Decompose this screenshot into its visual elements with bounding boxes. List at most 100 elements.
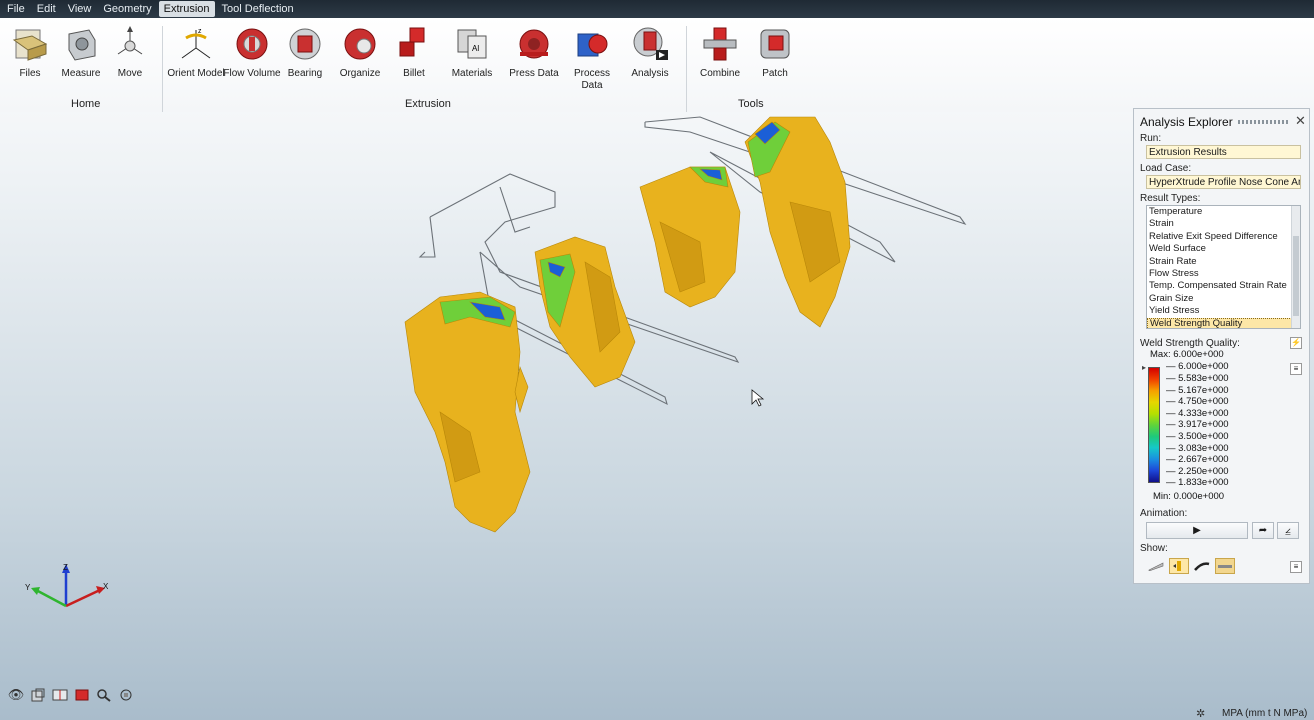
- legend-pointer-icon: ▸: [1142, 363, 1147, 372]
- menu-file[interactable]: File: [2, 1, 30, 17]
- animation-settings-button[interactable]: ➦: [1252, 522, 1274, 539]
- result-types-list[interactable]: Temperature Strain Relative Exit Speed D…: [1146, 205, 1301, 329]
- close-icon[interactable]: ✕: [1295, 113, 1306, 129]
- list-item[interactable]: Relative Exit Speed Difference: [1147, 231, 1300, 243]
- analysis-icon: [633, 27, 668, 60]
- settings-gear-icon[interactable]: ✲: [1196, 707, 1205, 720]
- list-item[interactable]: Weld Surface: [1147, 243, 1300, 255]
- measure-icon: [68, 29, 96, 61]
- extrusion-result-profile-4: [744, 116, 851, 328]
- analysis-button[interactable]: Analysis: [620, 24, 680, 80]
- ribbon: Files Measure Move z Orient Model Flow V…: [0, 18, 1314, 112]
- run-label: Run:: [1140, 133, 1162, 144]
- menu-edit[interactable]: Edit: [32, 1, 61, 17]
- unit-system-status[interactable]: MPA (mm t N MPa): [1222, 708, 1307, 719]
- list-item[interactable]: Flow Stress: [1147, 268, 1300, 280]
- legend-max-value: 6.000e+000: [1173, 349, 1224, 360]
- extrusion-result-profile-3: [639, 166, 741, 308]
- menu-extrusion[interactable]: Extrusion: [158, 1, 215, 17]
- list-item[interactable]: Grain Size: [1147, 293, 1300, 305]
- orient-model-button[interactable]: z Orient Model: [166, 24, 226, 80]
- show-feature-lines-button[interactable]: [1192, 558, 1212, 574]
- list-item[interactable]: Strain Rate: [1147, 256, 1300, 268]
- move-button[interactable]: Move: [100, 24, 160, 80]
- menu-bar: File Edit View Geometry Extrusion Tool D…: [0, 0, 1314, 18]
- legend-value: — 3.500e+000: [1166, 431, 1229, 442]
- legend-menu-icon[interactable]: ≡: [1290, 363, 1302, 375]
- materials-button[interactable]: Al Materials: [442, 24, 502, 80]
- legend-value: — 2.667e+000: [1166, 454, 1229, 465]
- deformed-shape-icon: [1148, 562, 1164, 571]
- press-icon: [519, 29, 549, 59]
- legend-min-label: Min:: [1153, 491, 1171, 502]
- legend-value: — 4.333e+000: [1166, 408, 1229, 419]
- show-deformed-button[interactable]: [1146, 558, 1166, 574]
- folder-icon: [12, 29, 48, 61]
- load-case-select[interactable]: HyperXtrude Profile Nose Cone An...: [1146, 175, 1301, 189]
- scrollbar-thumb[interactable]: [1293, 236, 1299, 316]
- svg-text:z: z: [198, 28, 202, 35]
- run-select[interactable]: Extrusion Results: [1146, 145, 1301, 159]
- view-cube-button[interactable]: [28, 687, 48, 703]
- legend-value: — 3.083e+000: [1166, 443, 1229, 454]
- flow-volume-icon: [236, 28, 268, 60]
- play-icon: ▶: [1193, 525, 1201, 536]
- list-item-selected[interactable]: Weld Strength Quality: [1147, 317, 1300, 328]
- view-fit-button[interactable]: [72, 687, 92, 703]
- list-item[interactable]: Yield Stress: [1147, 305, 1300, 317]
- result-types-label: Result Types:: [1140, 193, 1201, 204]
- zoom-icon: [97, 689, 111, 702]
- billet-button[interactable]: Billet: [384, 24, 444, 80]
- legend-value: — 4.750e+000: [1166, 396, 1229, 407]
- panel-drag-handle[interactable]: [1238, 120, 1288, 124]
- move-icon: [117, 26, 143, 55]
- menu-tool-deflection[interactable]: Tool Deflection: [217, 1, 299, 17]
- view-section-button[interactable]: [50, 687, 70, 703]
- show-options-icon[interactable]: ≡: [1290, 561, 1302, 573]
- list-item[interactable]: Temp. Compensated Strain Rate: [1147, 280, 1300, 292]
- show-legend-button[interactable]: [1215, 558, 1235, 574]
- billet-icon: [399, 27, 425, 57]
- view-rotate-button[interactable]: [116, 687, 136, 703]
- feature-lines-icon: [1194, 562, 1210, 571]
- axis-label-y: Y: [25, 583, 31, 592]
- process-data-button[interactable]: Process Data: [562, 24, 622, 92]
- legend-min-value: 0.000e+000: [1173, 491, 1225, 502]
- organize-button[interactable]: Organize: [330, 24, 390, 80]
- list-item[interactable]: Strain: [1147, 218, 1300, 230]
- legend-title: Weld Strength Quality:: [1140, 338, 1240, 349]
- menu-view[interactable]: View: [63, 1, 97, 17]
- svg-text:Al: Al: [472, 44, 479, 53]
- panel-title: Analysis Explorer: [1140, 115, 1233, 129]
- section-view-icon: [52, 689, 68, 701]
- animation-play-button[interactable]: ▶: [1146, 522, 1248, 539]
- legend-options-icon[interactable]: ⚡: [1290, 337, 1302, 349]
- flow-volume-button[interactable]: Flow Volume: [222, 24, 282, 80]
- menu-geometry[interactable]: Geometry: [98, 1, 156, 17]
- combine-button[interactable]: Combine: [690, 24, 750, 80]
- legend-min: Min: 0.000e+000: [1153, 491, 1224, 502]
- view-zoom-button[interactable]: [94, 687, 114, 703]
- list-item[interactable]: Temperature: [1147, 206, 1300, 218]
- show-label: Show:: [1140, 543, 1168, 554]
- legend-colorbar: [1148, 367, 1160, 483]
- bearing-button[interactable]: Bearing: [275, 24, 335, 80]
- contour-icon: [1173, 561, 1181, 571]
- legend-value: — 5.167e+000: [1166, 385, 1229, 396]
- patch-icon: [760, 29, 790, 59]
- analysis-explorer-panel: Analysis Explorer ✕ Run: Extrusion Resul…: [1133, 108, 1310, 584]
- animation-ramp-button[interactable]: ⦤: [1277, 522, 1299, 539]
- group-label-extrusion: Extrusion: [405, 98, 451, 110]
- press-data-button[interactable]: Press Data: [504, 24, 564, 80]
- legend-max-label: Max:: [1150, 349, 1171, 360]
- show-contour-button[interactable]: [1169, 558, 1189, 574]
- view-eye-button[interactable]: 👁: [6, 687, 26, 703]
- patch-button[interactable]: Patch: [745, 24, 805, 80]
- view-controls-toolbar: 👁: [6, 687, 138, 703]
- organize-icon: [344, 28, 376, 60]
- model-viewport[interactable]: Z X Y: [0, 112, 1130, 720]
- list-scrollbar[interactable]: [1291, 206, 1300, 328]
- eye-icon: 👁: [7, 687, 25, 702]
- legend-value: — 5.583e+000: [1166, 373, 1229, 384]
- group-label-tools: Tools: [738, 98, 764, 110]
